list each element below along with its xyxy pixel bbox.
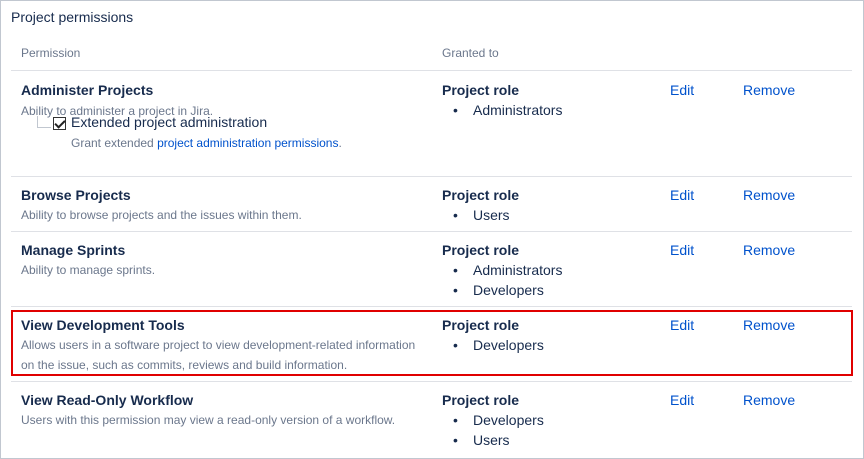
permission-name: Browse Projects xyxy=(21,187,131,203)
table-row-view-read-only-workflow: View Read-Only Workflow Users with this … xyxy=(11,382,852,458)
member-list: Developers Users xyxy=(453,410,544,450)
permission-description: Users with this permission may view a re… xyxy=(21,413,396,427)
highlight-box xyxy=(11,310,853,376)
list-item: Administrators xyxy=(453,100,563,120)
permission-name: Manage Sprints xyxy=(21,242,126,258)
list-item: Administrators xyxy=(453,260,563,280)
remove-button[interactable]: Remove xyxy=(743,392,795,408)
project-admin-permissions-link[interactable]: project administration permissions xyxy=(157,136,338,150)
edit-button[interactable]: Edit xyxy=(670,392,694,408)
list-item: Developers xyxy=(453,280,562,300)
permission-description: Ability to manage sprints. xyxy=(21,263,156,277)
list-item: Developers xyxy=(453,410,544,430)
column-header-granted-to: Granted to xyxy=(442,46,499,60)
member-list: Administrators Developers xyxy=(453,260,563,300)
granted-role: Project role xyxy=(442,392,520,408)
sub-permission-description: Grant extended project administration pe… xyxy=(71,136,342,150)
list-item: Users xyxy=(453,430,544,450)
table-row-administer-projects: Administer Projects Ability to administe… xyxy=(11,71,852,177)
granted-role: Project role xyxy=(442,242,520,258)
tree-connector-icon xyxy=(37,116,51,128)
edit-button[interactable]: Edit xyxy=(670,242,694,258)
edit-button[interactable]: Edit xyxy=(670,187,694,203)
extended-admin-checkbox[interactable] xyxy=(53,117,66,130)
permission-name: View Read-Only Workflow xyxy=(21,392,194,408)
permission-name: Administer Projects xyxy=(21,82,154,98)
section-title: Project permissions xyxy=(11,9,134,25)
table-row-browse-projects: Browse Projects Ability to browse projec… xyxy=(11,177,852,232)
member-list: Administrators xyxy=(453,100,563,120)
granted-role: Project role xyxy=(442,187,520,203)
column-header-permission: Permission xyxy=(21,46,81,60)
remove-button[interactable]: Remove xyxy=(743,82,795,98)
remove-button[interactable]: Remove xyxy=(743,242,795,258)
edit-button[interactable]: Edit xyxy=(670,82,694,98)
granted-role: Project role xyxy=(442,82,520,98)
remove-button[interactable]: Remove xyxy=(743,187,795,203)
permission-description: Ability to browse projects and the issue… xyxy=(21,208,302,222)
list-item: Users xyxy=(453,205,509,225)
sub-permission-label: Extended project administration xyxy=(71,114,268,130)
table-row-manage-sprints: Manage Sprints Ability to manage sprints… xyxy=(11,232,852,307)
member-list: Users xyxy=(453,205,509,225)
